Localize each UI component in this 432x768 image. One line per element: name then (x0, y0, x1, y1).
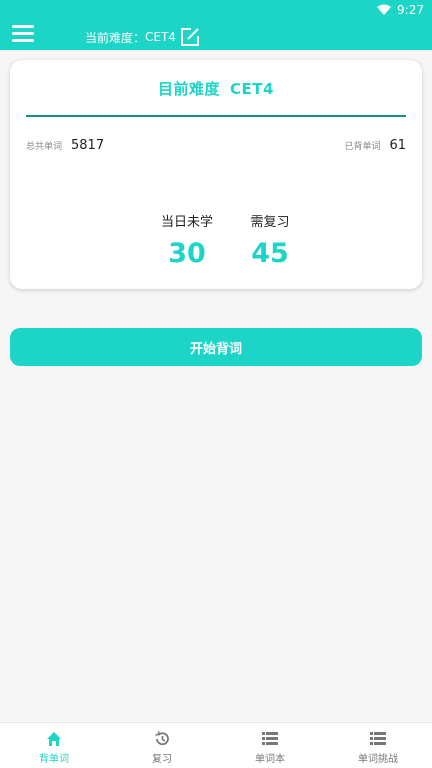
bottom-nav: 背单词 复习 单词本 单词挑战 (0, 722, 432, 768)
nav-label-review: 复习 (152, 754, 172, 765)
need-review-block: 需复习 45 (235, 211, 305, 269)
nav-item-challenge[interactable]: 单词挑战 (324, 723, 432, 768)
card-title-value: CET4 (230, 80, 274, 98)
nav-item-learn[interactable]: 背单词 (0, 723, 108, 768)
nav-label-challenge: 单词挑战 (358, 754, 398, 765)
learned-words-stat: 已背单词 61 (344, 138, 406, 153)
difficulty-value: CET4 (145, 30, 176, 44)
nav-item-wordbook[interactable]: 单词本 (216, 723, 324, 768)
status-time: 9:27 (397, 3, 424, 17)
app-bar: 当前难度： CET4 (0, 20, 432, 50)
progress-card: 目前难度 CET4 总共单词 5817 已背单词 61 当日未学 30 需复习 4… (10, 60, 422, 289)
hamburger-menu-icon[interactable] (12, 25, 34, 45)
total-words-label: 总共单词 (26, 142, 63, 152)
current-difficulty: 当前难度： CET4 (85, 26, 201, 48)
need-review-count: 45 (251, 238, 289, 269)
learned-words-label: 已背单词 (344, 142, 381, 152)
status-bar: 9:27 (0, 0, 432, 20)
card-title-label: 目前难度 (158, 80, 221, 98)
today-unlearned-count: 30 (168, 238, 206, 269)
need-review-label: 需复习 (250, 215, 290, 230)
learned-words-value: 61 (389, 138, 406, 153)
nav-item-review[interactable]: 复习 (108, 723, 216, 768)
card-divider (26, 115, 406, 117)
card-title: 目前难度 CET4 (10, 78, 422, 99)
home-icon (46, 731, 62, 747)
history-icon (154, 731, 170, 747)
wifi-icon (377, 4, 392, 16)
list-icon (262, 731, 278, 747)
difficulty-label: 当前难度： (85, 30, 146, 45)
total-words-value: 5817 (71, 138, 105, 153)
today-unlearned-label: 当日未学 (160, 215, 213, 230)
list-icon (370, 731, 386, 747)
nav-label-wordbook: 单词本 (255, 754, 285, 765)
nav-label-learn: 背单词 (39, 754, 69, 765)
start-learning-button[interactable]: 开始背词 (10, 328, 422, 366)
today-unlearned-block: 当日未学 30 (152, 211, 222, 269)
total-words-stat: 总共单词 5817 (26, 138, 104, 153)
edit-icon[interactable] (179, 26, 201, 48)
